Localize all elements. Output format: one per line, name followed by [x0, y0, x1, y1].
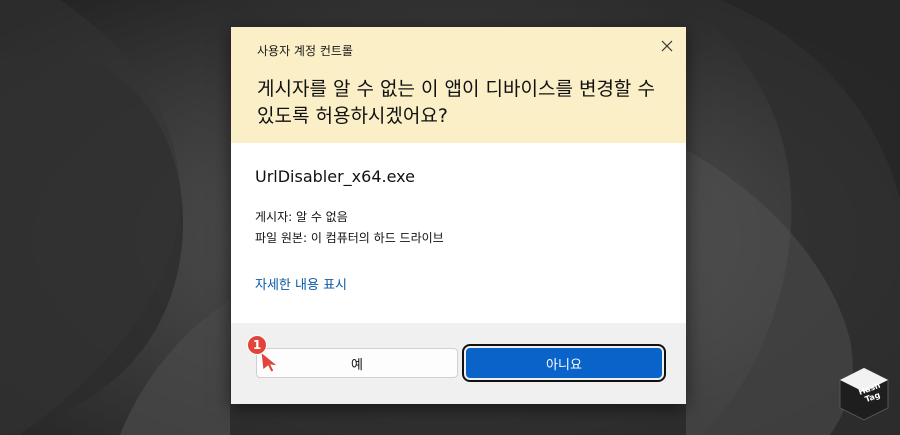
yes-button[interactable]: 예	[256, 348, 458, 378]
no-button[interactable]: 아니요	[462, 344, 666, 382]
close-button[interactable]	[656, 35, 678, 57]
uac-dialog: 사용자 계정 컨트롤 게시자를 알 수 없는 이 앱이 디바이스를 변경할 수 …	[231, 27, 686, 404]
program-name: UrlDisabler_x64.exe	[255, 167, 415, 186]
dialog-body: UrlDisabler_x64.exe 게시자: 알 수 없음 파일 원본: 이…	[231, 143, 686, 323]
dialog-header: 사용자 계정 컨트롤 게시자를 알 수 없는 이 앱이 디바이스를 변경할 수 …	[231, 27, 686, 143]
show-details-link[interactable]: 자세한 내용 표시	[255, 274, 347, 293]
step-number-badge: 1	[247, 335, 267, 355]
dialog-title: 사용자 계정 컨트롤	[257, 44, 353, 58]
publisher-info: 게시자: 알 수 없음	[255, 210, 348, 224]
dialog-footer: 예 아니요	[231, 323, 686, 404]
close-icon	[661, 40, 673, 52]
file-origin-info: 파일 원본: 이 컴퓨터의 하드 드라이브	[255, 231, 444, 245]
dialog-question: 게시자를 알 수 없는 이 앱이 디바이스를 변경할 수 있도록 허용하시겠어요…	[257, 78, 655, 127]
